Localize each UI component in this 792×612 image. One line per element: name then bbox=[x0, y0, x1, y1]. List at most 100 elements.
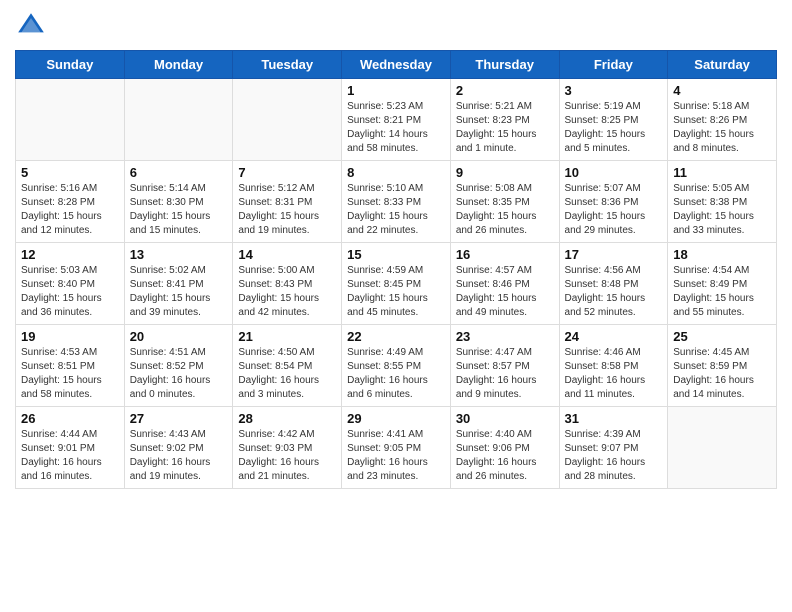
day-info: Sunrise: 4:40 AMSunset: 9:06 PMDaylight:… bbox=[456, 428, 554, 484]
calendar-day-31: 31 Sunrise: 4:39 AMSunset: 9:07 PMDayligh… bbox=[559, 407, 668, 489]
calendar-day-29: 29Sunrise: 4:41 AMSunset: 9:05 PMDayligh… bbox=[342, 407, 451, 489]
weekday-header-saturday: Saturday bbox=[668, 51, 777, 79]
weekday-header-row: SundayMondayTuesdayWednesdayThursdayFrid… bbox=[16, 51, 777, 79]
day-number: 5 bbox=[21, 165, 119, 180]
day-number: 23 bbox=[456, 329, 554, 344]
calendar-empty-cell bbox=[16, 79, 125, 161]
calendar-day-24: 24 Sunrise: 4:46 AMSunset: 8:58 PMDayligh… bbox=[559, 325, 668, 407]
day-info: Sunrise: 4:46 AMSunset: 8:58 PMDaylight:… bbox=[565, 346, 663, 402]
calendar-day-6: 6 Sunrise: 5:14 AMSunset: 8:30 PMDaylight… bbox=[124, 161, 233, 243]
day-info: Sunrise: 4:49 AMSunset: 8:55 PMDaylight:… bbox=[347, 346, 445, 402]
day-number: 30 bbox=[456, 411, 554, 426]
day-info: Sunrise: 4:42 AMSunset: 9:03 PMDaylight:… bbox=[238, 428, 336, 484]
day-number: 1 bbox=[347, 83, 445, 98]
day-info: Sunrise: 5:00 AMSunset: 8:43 PMDaylight:… bbox=[238, 264, 336, 320]
day-info: Sunrise: 5:08 AMSunset: 8:35 PMDaylight:… bbox=[456, 182, 554, 238]
day-info: Sunrise: 4:45 AMSunset: 8:59 PMDaylight:… bbox=[673, 346, 771, 402]
calendar-day-27: 27Sunrise: 4:43 AMSunset: 9:02 PMDayligh… bbox=[124, 407, 233, 489]
calendar-day-14: 14 Sunrise: 5:00 AMSunset: 8:43 PMDayligh… bbox=[233, 243, 342, 325]
day-info: Sunrise: 5:16 AMSunset: 8:28 PMDaylight:… bbox=[21, 182, 119, 238]
calendar-day-3: 3 Sunrise: 5:19 AMSunset: 8:25 PMDaylight… bbox=[559, 79, 668, 161]
day-info: Sunrise: 5:23 AMSunset: 8:21 PMDaylight:… bbox=[347, 100, 445, 156]
day-number: 2 bbox=[456, 83, 554, 98]
day-number: 6 bbox=[130, 165, 228, 180]
calendar-day-19: 19 Sunrise: 4:53 AMSunset: 8:51 PMDayligh… bbox=[16, 325, 125, 407]
calendar-empty-cell bbox=[233, 79, 342, 161]
day-number: 15 bbox=[347, 247, 445, 262]
day-number: 29 bbox=[347, 411, 445, 426]
logo bbox=[15, 10, 51, 42]
calendar-day-10: 10 Sunrise: 5:07 AMSunset: 8:36 PMDayligh… bbox=[559, 161, 668, 243]
calendar-day-4: 4 Sunrise: 5:18 AMSunset: 8:26 PMDaylight… bbox=[668, 79, 777, 161]
calendar-day-17: 17Sunrise: 4:56 AMSunset: 8:48 PMDayligh… bbox=[559, 243, 668, 325]
weekday-header-tuesday: Tuesday bbox=[233, 51, 342, 79]
day-number: 4 bbox=[673, 83, 771, 98]
day-info: Sunrise: 5:10 AMSunset: 8:33 PMDaylight:… bbox=[347, 182, 445, 238]
logo-icon bbox=[15, 10, 47, 42]
day-info: Sunrise: 4:57 AMSunset: 8:46 PMDaylight:… bbox=[456, 264, 554, 320]
calendar-day-9: 9 Sunrise: 5:08 AMSunset: 8:35 PMDaylight… bbox=[450, 161, 559, 243]
day-number: 28 bbox=[238, 411, 336, 426]
weekday-header-wednesday: Wednesday bbox=[342, 51, 451, 79]
calendar-day-5: 5 Sunrise: 5:16 AMSunset: 8:28 PMDaylight… bbox=[16, 161, 125, 243]
day-info: Sunrise: 4:39 AMSunset: 9:07 PMDaylight:… bbox=[565, 428, 663, 484]
calendar-week-row: 26Sunrise: 4:44 AMSunset: 9:01 PMDayligh… bbox=[16, 407, 777, 489]
weekday-header-friday: Friday bbox=[559, 51, 668, 79]
calendar-day-7: 7 Sunrise: 5:12 AMSunset: 8:31 PMDaylight… bbox=[233, 161, 342, 243]
day-info: Sunrise: 4:53 AMSunset: 8:51 PMDaylight:… bbox=[21, 346, 119, 402]
day-number: 7 bbox=[238, 165, 336, 180]
day-number: 31 bbox=[565, 411, 663, 426]
day-number: 13 bbox=[130, 247, 228, 262]
day-info: Sunrise: 5:07 AMSunset: 8:36 PMDaylight:… bbox=[565, 182, 663, 238]
day-info: Sunrise: 4:47 AMSunset: 8:57 PMDaylight:… bbox=[456, 346, 554, 402]
calendar-day-13: 13Sunrise: 5:02 AMSunset: 8:41 PMDayligh… bbox=[124, 243, 233, 325]
calendar-day-30: 30 Sunrise: 4:40 AMSunset: 9:06 PMDayligh… bbox=[450, 407, 559, 489]
calendar-day-11: 11 Sunrise: 5:05 AMSunset: 8:38 PMDayligh… bbox=[668, 161, 777, 243]
day-info: Sunrise: 5:05 AMSunset: 8:38 PMDaylight:… bbox=[673, 182, 771, 238]
calendar-week-row: 12Sunrise: 5:03 AMSunset: 8:40 PMDayligh… bbox=[16, 243, 777, 325]
day-info: Sunrise: 5:12 AMSunset: 8:31 PMDaylight:… bbox=[238, 182, 336, 238]
day-info: Sunrise: 4:56 AMSunset: 8:48 PMDaylight:… bbox=[565, 264, 663, 320]
calendar-day-20: 20Sunrise: 4:51 AMSunset: 8:52 PMDayligh… bbox=[124, 325, 233, 407]
day-number: 25 bbox=[673, 329, 771, 344]
day-number: 21 bbox=[238, 329, 336, 344]
calendar-week-row: 1 Sunrise: 5:23 AMSunset: 8:21 PMDaylight… bbox=[16, 79, 777, 161]
day-number: 18 bbox=[673, 247, 771, 262]
day-info: Sunrise: 5:14 AMSunset: 8:30 PMDaylight:… bbox=[130, 182, 228, 238]
day-number: 22 bbox=[347, 329, 445, 344]
calendar-day-2: 2 Sunrise: 5:21 AMSunset: 8:23 PMDaylight… bbox=[450, 79, 559, 161]
calendar-day-26: 26Sunrise: 4:44 AMSunset: 9:01 PMDayligh… bbox=[16, 407, 125, 489]
calendar-day-22: 22 Sunrise: 4:49 AMSunset: 8:55 PMDayligh… bbox=[342, 325, 451, 407]
calendar-day-18: 18Sunrise: 4:54 AMSunset: 8:49 PMDayligh… bbox=[668, 243, 777, 325]
weekday-header-thursday: Thursday bbox=[450, 51, 559, 79]
calendar-day-16: 16 Sunrise: 4:57 AMSunset: 8:46 PMDayligh… bbox=[450, 243, 559, 325]
calendar-day-15: 15Sunrise: 4:59 AMSunset: 8:45 PMDayligh… bbox=[342, 243, 451, 325]
calendar-day-12: 12Sunrise: 5:03 AMSunset: 8:40 PMDayligh… bbox=[16, 243, 125, 325]
day-number: 19 bbox=[21, 329, 119, 344]
day-number: 8 bbox=[347, 165, 445, 180]
day-info: Sunrise: 5:18 AMSunset: 8:26 PMDaylight:… bbox=[673, 100, 771, 156]
day-info: Sunrise: 4:51 AMSunset: 8:52 PMDaylight:… bbox=[130, 346, 228, 402]
day-info: Sunrise: 4:44 AMSunset: 9:01 PMDaylight:… bbox=[21, 428, 119, 484]
weekday-header-sunday: Sunday bbox=[16, 51, 125, 79]
day-number: 16 bbox=[456, 247, 554, 262]
day-info: Sunrise: 4:50 AMSunset: 8:54 PMDaylight:… bbox=[238, 346, 336, 402]
calendar-day-8: 8 Sunrise: 5:10 AMSunset: 8:33 PMDaylight… bbox=[342, 161, 451, 243]
day-info: Sunrise: 5:19 AMSunset: 8:25 PMDaylight:… bbox=[565, 100, 663, 156]
day-info: Sunrise: 5:21 AMSunset: 8:23 PMDaylight:… bbox=[456, 100, 554, 156]
page-header bbox=[15, 10, 777, 42]
day-info: Sunrise: 4:43 AMSunset: 9:02 PMDaylight:… bbox=[130, 428, 228, 484]
day-number: 10 bbox=[565, 165, 663, 180]
calendar-day-21: 21 Sunrise: 4:50 AMSunset: 8:54 PMDayligh… bbox=[233, 325, 342, 407]
calendar-day-23: 23 Sunrise: 4:47 AMSunset: 8:57 PMDayligh… bbox=[450, 325, 559, 407]
day-number: 3 bbox=[565, 83, 663, 98]
day-number: 14 bbox=[238, 247, 336, 262]
calendar-empty-cell bbox=[124, 79, 233, 161]
calendar-table: SundayMondayTuesdayWednesdayThursdayFrid… bbox=[15, 50, 777, 489]
weekday-header-monday: Monday bbox=[124, 51, 233, 79]
day-number: 24 bbox=[565, 329, 663, 344]
day-number: 11 bbox=[673, 165, 771, 180]
calendar-day-1: 1 Sunrise: 5:23 AMSunset: 8:21 PMDaylight… bbox=[342, 79, 451, 161]
calendar-empty-cell bbox=[668, 407, 777, 489]
day-number: 9 bbox=[456, 165, 554, 180]
